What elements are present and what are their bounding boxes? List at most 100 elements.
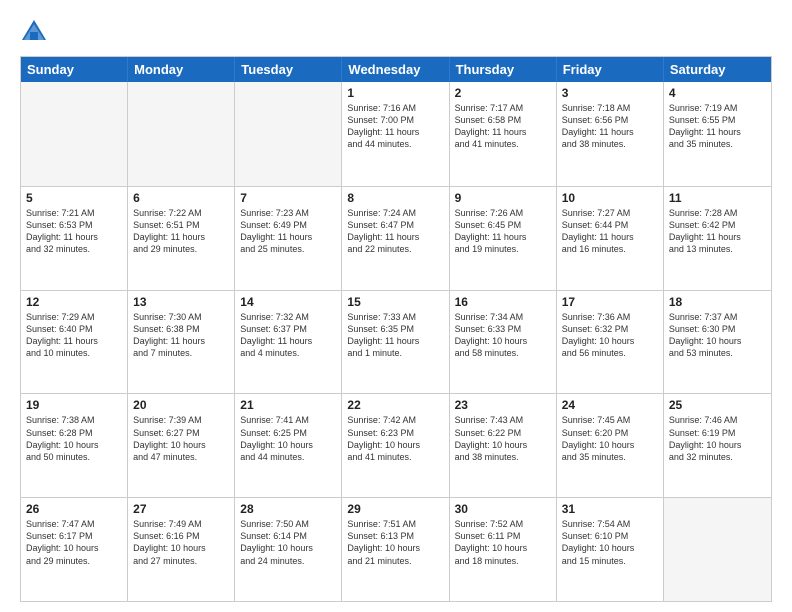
calendar-cell: 23 Sunrise: 7:43 AM Sunset: 6:22 PM Dayli… xyxy=(450,394,557,497)
cell-info: Sunrise: 7:46 AM Sunset: 6:19 PM Dayligh… xyxy=(669,414,766,463)
cell-info: Sunrise: 7:29 AM Sunset: 6:40 PM Dayligh… xyxy=(26,311,122,360)
cell-date: 12 xyxy=(26,295,122,309)
calendar-cell xyxy=(21,82,128,186)
calendar-body: 1Sunrise: 7:16 AM Sunset: 7:00 PM Daylig… xyxy=(21,82,771,601)
cell-date: 11 xyxy=(669,191,766,205)
calendar-cell: 28Sunrise: 7:50 AM Sunset: 6:14 PM Dayli… xyxy=(235,498,342,601)
calendar-cell: 15Sunrise: 7:33 AM Sunset: 6:35 PM Dayli… xyxy=(342,291,449,394)
calendar-cell: 12 Sunrise: 7:29 AM Sunset: 6:40 PM Dayli… xyxy=(21,291,128,394)
calendar-cell: 6 Sunrise: 7:22 AM Sunset: 6:51 PM Daylig… xyxy=(128,187,235,290)
cell-date: 3 xyxy=(562,86,658,100)
calendar-cell: 2 Sunrise: 7:17 AM Sunset: 6:58 PM Daylig… xyxy=(450,82,557,186)
cell-info: Sunrise: 7:27 AM Sunset: 6:44 PM Dayligh… xyxy=(562,207,658,256)
calendar-cell: 18 Sunrise: 7:37 AM Sunset: 6:30 PM Dayli… xyxy=(664,291,771,394)
cell-date: 10 xyxy=(562,191,658,205)
cell-date: 14 xyxy=(240,295,336,309)
cell-date: 7 xyxy=(240,191,336,205)
calendar-cell: 22Sunrise: 7:42 AM Sunset: 6:23 PM Dayli… xyxy=(342,394,449,497)
calendar-row: 12 Sunrise: 7:29 AM Sunset: 6:40 PM Dayli… xyxy=(21,290,771,394)
calendar-row: 5 Sunrise: 7:21 AM Sunset: 6:53 PM Daylig… xyxy=(21,186,771,290)
cell-date: 4 xyxy=(669,86,766,100)
calendar-row: 19Sunrise: 7:38 AM Sunset: 6:28 PM Dayli… xyxy=(21,393,771,497)
cell-date: 19 xyxy=(26,398,122,412)
cell-date: 27 xyxy=(133,502,229,516)
cell-date: 22 xyxy=(347,398,443,412)
cell-info: Sunrise: 7:30 AM Sunset: 6:38 PM Dayligh… xyxy=(133,311,229,360)
calendar-cell: 7 Sunrise: 7:23 AM Sunset: 6:49 PM Daylig… xyxy=(235,187,342,290)
calendar-cell: 9Sunrise: 7:26 AM Sunset: 6:45 PM Daylig… xyxy=(450,187,557,290)
cell-date: 8 xyxy=(347,191,443,205)
day-header: Thursday xyxy=(450,57,557,82)
cell-date: 1 xyxy=(347,86,443,100)
day-header: Sunday xyxy=(21,57,128,82)
calendar-cell: 20 Sunrise: 7:39 AM Sunset: 6:27 PM Dayli… xyxy=(128,394,235,497)
calendar-cell: 26Sunrise: 7:47 AM Sunset: 6:17 PM Dayli… xyxy=(21,498,128,601)
calendar-cell: 16 Sunrise: 7:34 AM Sunset: 6:33 PM Dayli… xyxy=(450,291,557,394)
day-header: Tuesday xyxy=(235,57,342,82)
cell-date: 23 xyxy=(455,398,551,412)
cell-info: Sunrise: 7:28 AM Sunset: 6:42 PM Dayligh… xyxy=(669,207,766,256)
cell-date: 15 xyxy=(347,295,443,309)
day-header: Friday xyxy=(557,57,664,82)
cell-info: Sunrise: 7:52 AM Sunset: 6:11 PM Dayligh… xyxy=(455,518,551,567)
cell-date: 9 xyxy=(455,191,551,205)
page: SundayMondayTuesdayWednesdayThursdayFrid… xyxy=(0,0,792,612)
calendar-cell: 4 Sunrise: 7:19 AM Sunset: 6:55 PM Daylig… xyxy=(664,82,771,186)
calendar-cell: 19Sunrise: 7:38 AM Sunset: 6:28 PM Dayli… xyxy=(21,394,128,497)
cell-info: Sunrise: 7:32 AM Sunset: 6:37 PM Dayligh… xyxy=(240,311,336,360)
cell-info: Sunrise: 7:17 AM Sunset: 6:58 PM Dayligh… xyxy=(455,102,551,151)
cell-date: 29 xyxy=(347,502,443,516)
cell-info: Sunrise: 7:24 AM Sunset: 6:47 PM Dayligh… xyxy=(347,207,443,256)
cell-date: 24 xyxy=(562,398,658,412)
cell-date: 30 xyxy=(455,502,551,516)
cell-date: 6 xyxy=(133,191,229,205)
cell-date: 28 xyxy=(240,502,336,516)
cell-info: Sunrise: 7:18 AM Sunset: 6:56 PM Dayligh… xyxy=(562,102,658,151)
calendar-cell: 17 Sunrise: 7:36 AM Sunset: 6:32 PM Dayli… xyxy=(557,291,664,394)
logo xyxy=(20,18,52,46)
calendar: SundayMondayTuesdayWednesdayThursdayFrid… xyxy=(20,56,772,602)
cell-date: 17 xyxy=(562,295,658,309)
calendar-cell: 25 Sunrise: 7:46 AM Sunset: 6:19 PM Dayli… xyxy=(664,394,771,497)
cell-info: Sunrise: 7:23 AM Sunset: 6:49 PM Dayligh… xyxy=(240,207,336,256)
cell-info: Sunrise: 7:36 AM Sunset: 6:32 PM Dayligh… xyxy=(562,311,658,360)
logo-icon xyxy=(20,18,48,46)
calendar-cell: 21 Sunrise: 7:41 AM Sunset: 6:25 PM Dayli… xyxy=(235,394,342,497)
cell-info: Sunrise: 7:45 AM Sunset: 6:20 PM Dayligh… xyxy=(562,414,658,463)
calendar-cell: 10 Sunrise: 7:27 AM Sunset: 6:44 PM Dayli… xyxy=(557,187,664,290)
cell-date: 16 xyxy=(455,295,551,309)
calendar-cell: 8 Sunrise: 7:24 AM Sunset: 6:47 PM Daylig… xyxy=(342,187,449,290)
cell-info: Sunrise: 7:37 AM Sunset: 6:30 PM Dayligh… xyxy=(669,311,766,360)
calendar-cell: 5 Sunrise: 7:21 AM Sunset: 6:53 PM Daylig… xyxy=(21,187,128,290)
day-header: Saturday xyxy=(664,57,771,82)
cell-info: Sunrise: 7:34 AM Sunset: 6:33 PM Dayligh… xyxy=(455,311,551,360)
cell-info: Sunrise: 7:21 AM Sunset: 6:53 PM Dayligh… xyxy=(26,207,122,256)
header xyxy=(20,18,772,46)
cell-info: Sunrise: 7:49 AM Sunset: 6:16 PM Dayligh… xyxy=(133,518,229,567)
day-headers: SundayMondayTuesdayWednesdayThursdayFrid… xyxy=(21,57,771,82)
cell-date: 20 xyxy=(133,398,229,412)
cell-date: 26 xyxy=(26,502,122,516)
calendar-cell: 29Sunrise: 7:51 AM Sunset: 6:13 PM Dayli… xyxy=(342,498,449,601)
cell-date: 31 xyxy=(562,502,658,516)
cell-info: Sunrise: 7:54 AM Sunset: 6:10 PM Dayligh… xyxy=(562,518,658,567)
calendar-cell xyxy=(235,82,342,186)
cell-date: 5 xyxy=(26,191,122,205)
calendar-cell: 31 Sunrise: 7:54 AM Sunset: 6:10 PM Dayli… xyxy=(557,498,664,601)
cell-date: 25 xyxy=(669,398,766,412)
calendar-cell xyxy=(128,82,235,186)
day-header: Monday xyxy=(128,57,235,82)
cell-date: 21 xyxy=(240,398,336,412)
day-header: Wednesday xyxy=(342,57,449,82)
calendar-cell xyxy=(664,498,771,601)
cell-info: Sunrise: 7:19 AM Sunset: 6:55 PM Dayligh… xyxy=(669,102,766,151)
cell-date: 18 xyxy=(669,295,766,309)
cell-info: Sunrise: 7:39 AM Sunset: 6:27 PM Dayligh… xyxy=(133,414,229,463)
calendar-cell: 24 Sunrise: 7:45 AM Sunset: 6:20 PM Dayli… xyxy=(557,394,664,497)
cell-info: Sunrise: 7:22 AM Sunset: 6:51 PM Dayligh… xyxy=(133,207,229,256)
calendar-cell: 30 Sunrise: 7:52 AM Sunset: 6:11 PM Dayli… xyxy=(450,498,557,601)
calendar-row: 26Sunrise: 7:47 AM Sunset: 6:17 PM Dayli… xyxy=(21,497,771,601)
cell-date: 2 xyxy=(455,86,551,100)
cell-info: Sunrise: 7:43 AM Sunset: 6:22 PM Dayligh… xyxy=(455,414,551,463)
cell-info: Sunrise: 7:41 AM Sunset: 6:25 PM Dayligh… xyxy=(240,414,336,463)
